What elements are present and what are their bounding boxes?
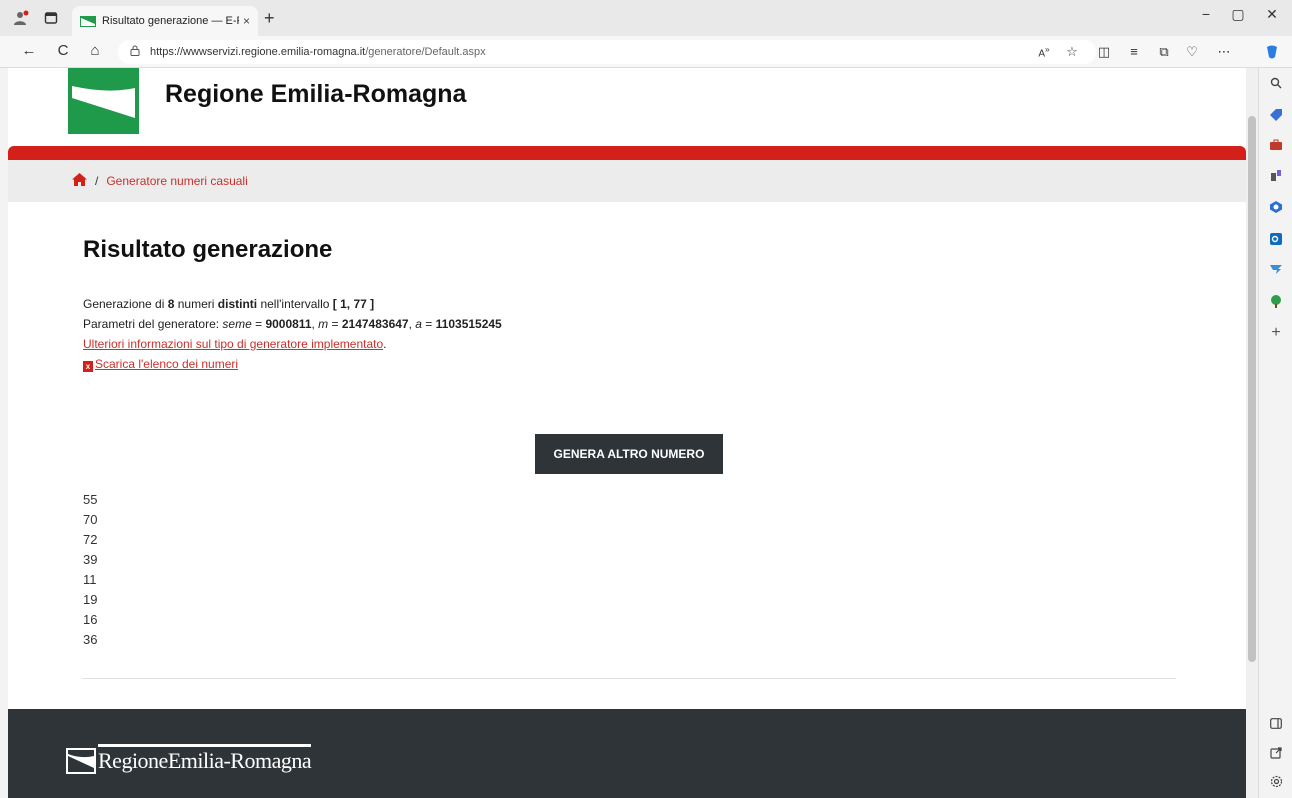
page-content: Regione Emilia-Romagna / Generatore nume… (8, 68, 1246, 798)
equals: = (328, 317, 342, 331)
collections-icon[interactable]: ⧉ (1154, 44, 1174, 60)
edge-sidebar: + (1258, 68, 1292, 798)
page-title: Risultato generazione (83, 236, 333, 263)
health-icon[interactable]: ♡ (1182, 44, 1202, 60)
generation-summary: Generazione di 8 numeri distinti nell'in… (83, 294, 502, 314)
generator-info-link[interactable]: Ulteriori informazioni sul tipo di gener… (83, 337, 383, 351)
reload-button[interactable]: C (52, 42, 74, 59)
generate-another-button[interactable]: GENERA ALTRO NUMERO (535, 434, 723, 474)
microsoft365-icon[interactable] (1267, 198, 1285, 216)
shopping-tag-icon[interactable] (1267, 106, 1285, 124)
close-window-button[interactable]: ✕ (1252, 6, 1292, 23)
seed-label: seme (222, 317, 252, 331)
result-info: Generazione di 8 numeri distinti nell'in… (83, 294, 502, 374)
number-item: 39 (83, 552, 98, 567)
regione-logo[interactable] (68, 68, 139, 134)
number-item: 72 (83, 532, 98, 547)
footer-logo-text: RegioneEmilia-Romagna (98, 744, 312, 774)
add-sidebar-app-icon[interactable]: + (1267, 324, 1285, 342)
period: . (383, 337, 387, 351)
seed-value: 9000811 (265, 317, 312, 331)
address-bar-row: ← C ⌂ https://wwwservizi.regione.emilia-… (0, 36, 1292, 68)
tab-active[interactable]: Risultato generazione — E-R Il p × (72, 6, 258, 36)
footer-logo-mark (66, 748, 96, 774)
tools-icon[interactable] (1267, 136, 1285, 154)
divider (82, 678, 1176, 679)
multiplier-label: a (415, 317, 422, 331)
home-icon[interactable] (72, 173, 87, 189)
favicon-icon (80, 15, 96, 27)
url-host: https://wwwservizi.regione.emilia-romagn… (150, 46, 366, 58)
new-tab-button[interactable]: + (264, 8, 275, 29)
favorite-star-icon[interactable]: ☆ (1062, 44, 1082, 60)
breadcrumb: / Generatore numeri casuali (8, 160, 1246, 202)
url-input[interactable]: https://wwwservizi.regione.emilia-romagn… (118, 40, 1096, 64)
external-link-icon[interactable] (1267, 744, 1285, 762)
url-path: /generatore/Default.aspx (365, 46, 486, 58)
header-red-band (8, 146, 1246, 160)
copilot-icon[interactable] (1262, 44, 1282, 63)
browser-tab-bar: Risultato generazione — E-R Il p × + − ▢… (0, 0, 1292, 36)
more-menu-icon[interactable]: ⋯ (1214, 44, 1234, 60)
page-scrollbar[interactable] (1246, 68, 1258, 798)
footer-logo[interactable]: RegioneEmilia-Romagna (66, 740, 312, 774)
tab-close-icon[interactable]: × (243, 14, 250, 28)
profile-icon[interactable] (12, 9, 30, 27)
generator-params: Parametri del generatore: seme = 9000811… (83, 314, 502, 334)
range-value: [ 1, 77 ] (332, 297, 375, 311)
number-item: 55 (83, 492, 98, 507)
number-item: 19 (83, 592, 98, 607)
site-title[interactable]: Regione Emilia-Romagna (165, 80, 466, 109)
multiplier-value: 1103515245 (435, 317, 502, 331)
drop-icon[interactable] (1267, 260, 1285, 278)
summary-text: Generazione di (83, 297, 168, 311)
download-numbers-link[interactable]: Scarica l'elenco dei numeri (95, 357, 238, 371)
number-item: 11 (83, 572, 97, 587)
search-icon[interactable] (1267, 74, 1285, 92)
scrollbar-thumb[interactable] (1248, 116, 1256, 662)
games-icon[interactable] (1267, 166, 1285, 184)
number-item: 36 (83, 632, 98, 647)
params-text: Parametri del generatore: (83, 317, 223, 331)
read-aloud-icon[interactable]: A» (1034, 44, 1054, 59)
favorites-list-icon[interactable]: ≡ (1124, 44, 1144, 59)
summary-text: numeri (174, 297, 218, 311)
summary-text: nell'intervallo (257, 297, 333, 311)
excel-file-icon: x (83, 361, 93, 372)
breadcrumb-separator: / (95, 174, 99, 188)
footer: RegioneEmilia-Romagna (8, 709, 1246, 798)
modulus-label: m (318, 317, 329, 331)
tab-title: Risultato generazione — E-R Il p (102, 15, 239, 27)
equals: = (251, 317, 266, 331)
distinct-label: distinti (217, 297, 258, 311)
modulus-value: 2147483647 (341, 317, 409, 331)
info-link-row: Ulteriori informazioni sul tipo di gener… (83, 334, 502, 354)
settings-gear-icon[interactable] (1267, 772, 1285, 790)
tree-icon[interactable] (1267, 292, 1285, 310)
equals: = (421, 317, 436, 331)
download-row: x Scarica l'elenco dei numeri (83, 354, 502, 374)
lock-icon (130, 45, 140, 59)
number-item: 70 (83, 512, 98, 527)
home-button[interactable]: ⌂ (84, 42, 106, 59)
breadcrumb-current[interactable]: Generatore numeri casuali (106, 174, 247, 188)
outlook-icon[interactable] (1267, 230, 1285, 248)
number-item: 16 (83, 612, 98, 627)
tab-actions-icon[interactable] (42, 9, 60, 27)
back-button[interactable]: ← (18, 42, 40, 59)
numbers-list: 55 70 72 39 11 19 16 36 (83, 490, 97, 650)
split-screen-icon[interactable]: ◫ (1094, 44, 1114, 60)
sidebar-toggle-icon[interactable] (1267, 714, 1285, 732)
